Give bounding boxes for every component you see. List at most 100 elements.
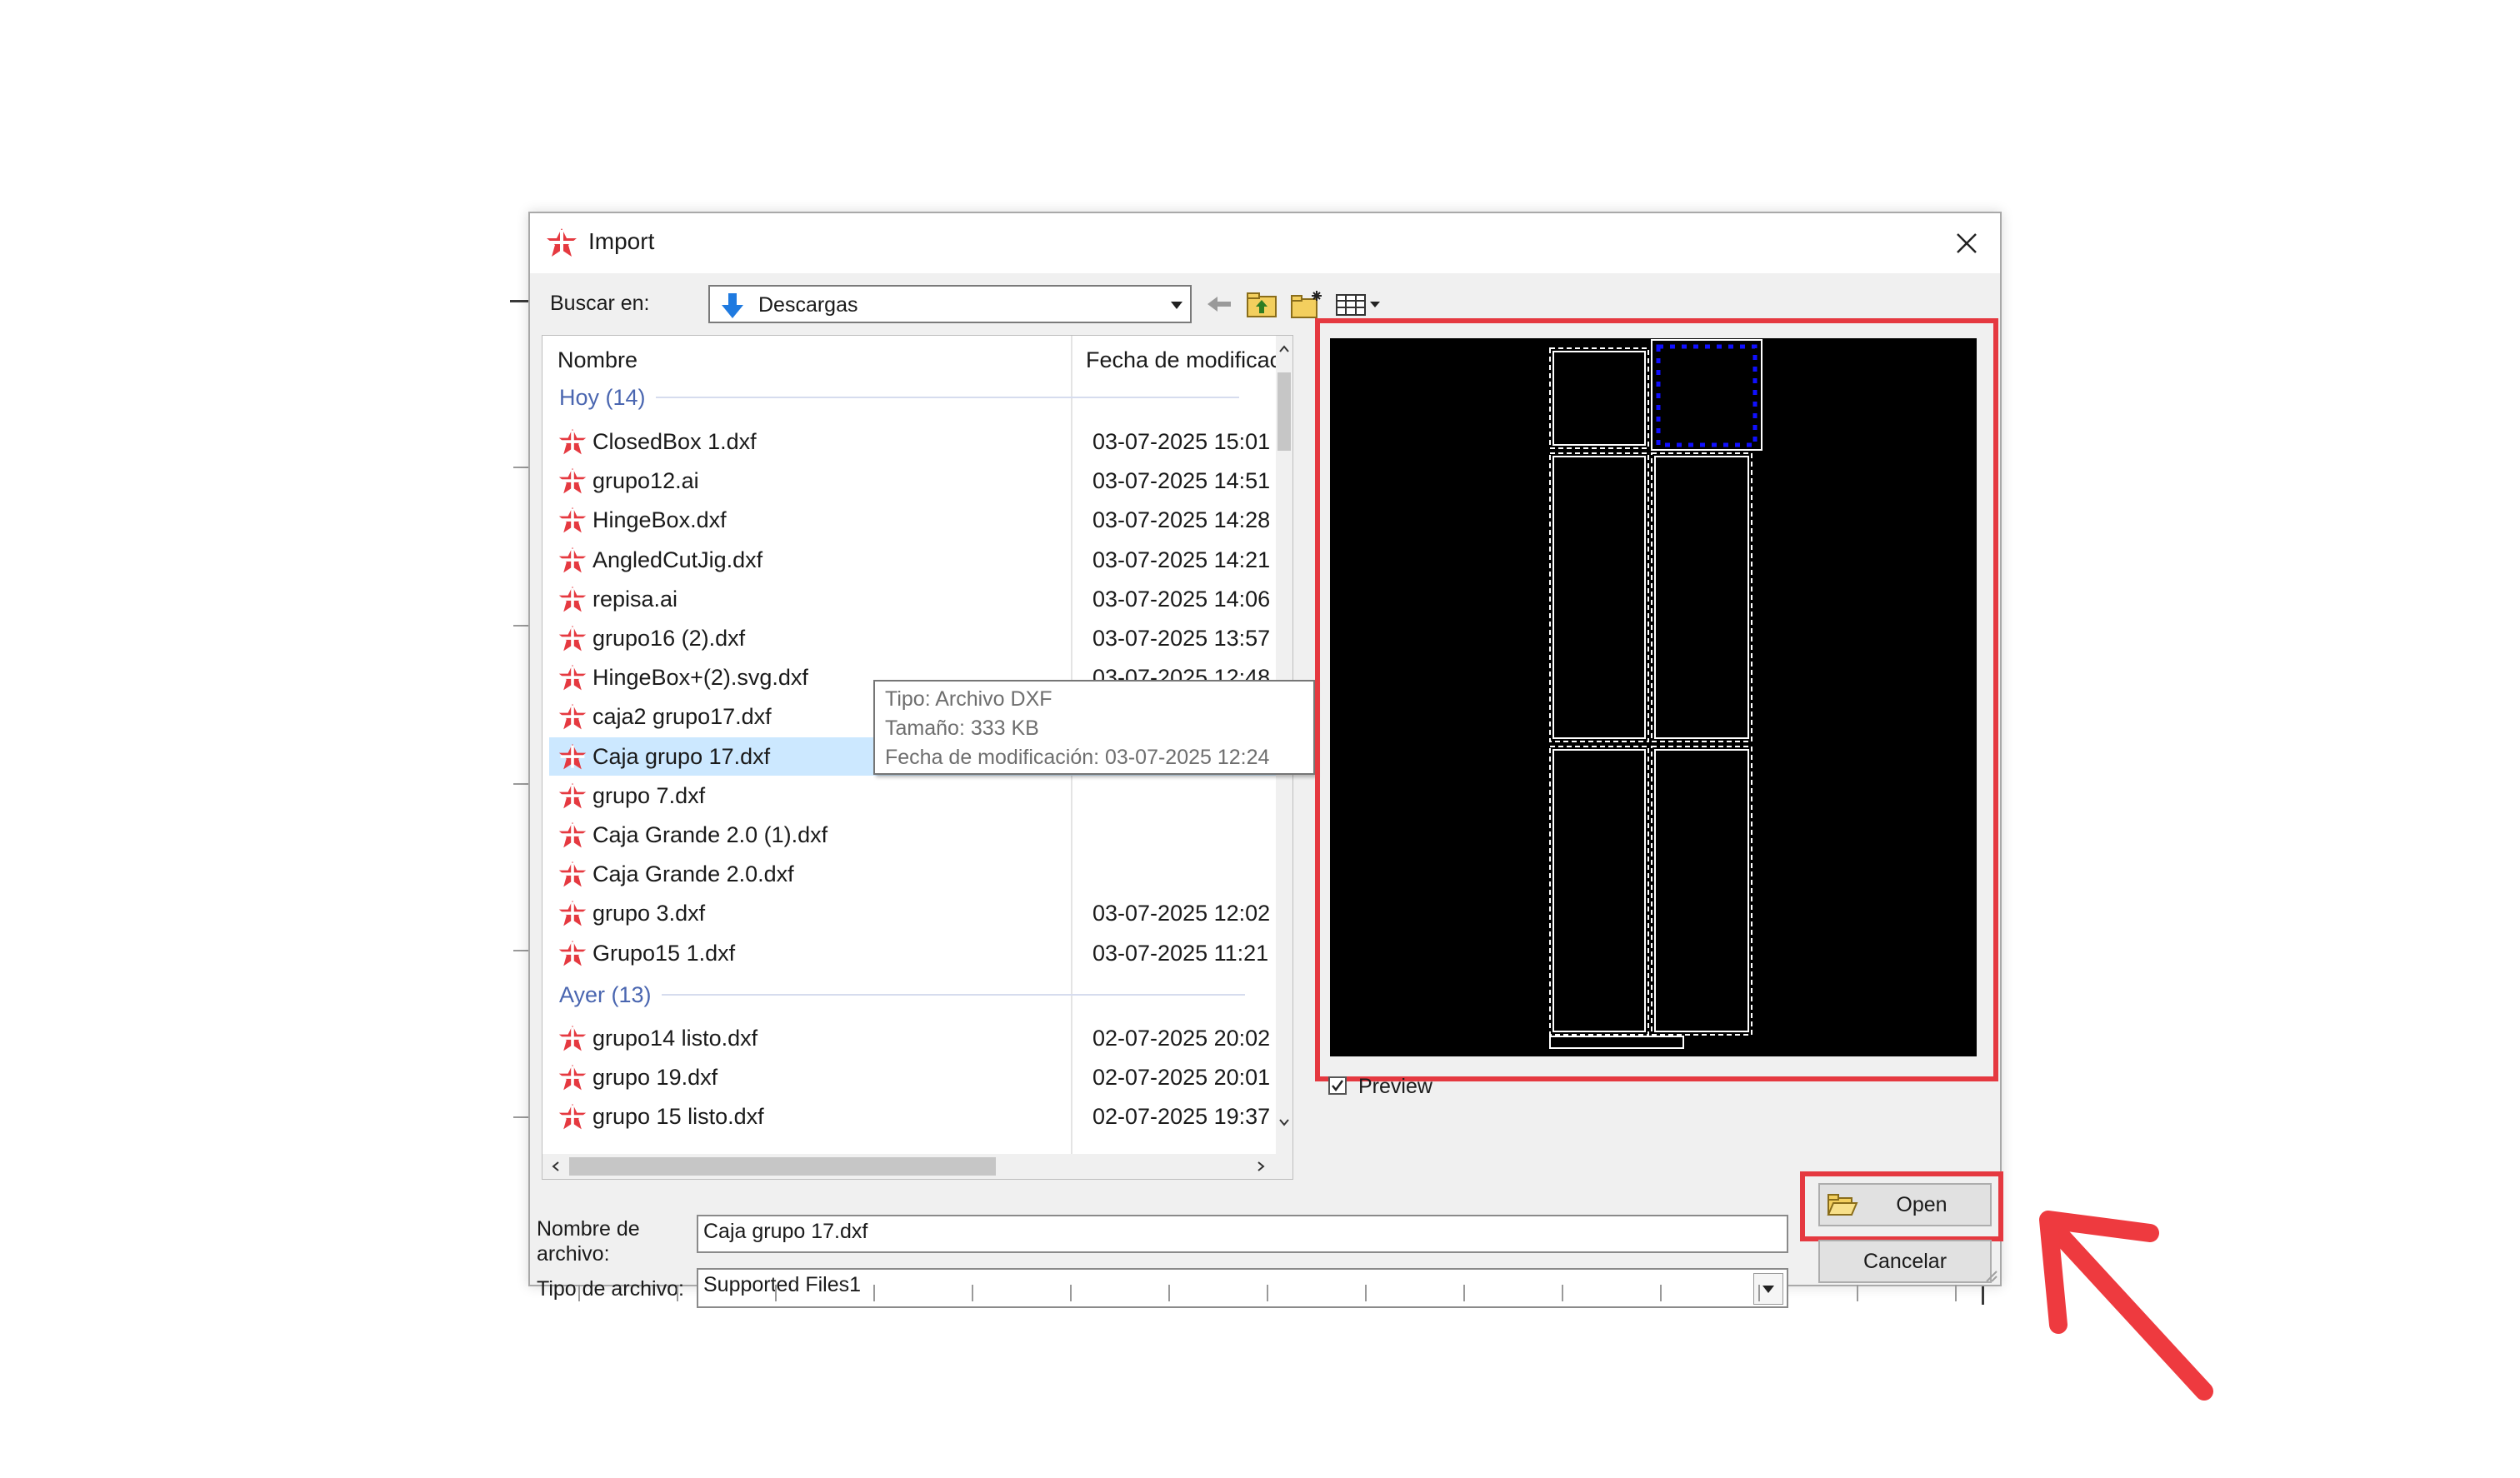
close-icon xyxy=(1957,233,1977,253)
file-row[interactable]: Caja Grande 2.0.dxf xyxy=(549,855,1284,893)
filename-input[interactable]: Caja grupo 17.dxf xyxy=(697,1215,1788,1253)
filetype-value: Supported Files1 xyxy=(703,1273,862,1296)
file-row[interactable]: repisa.ai 03-07-2025 14:06 xyxy=(549,580,1284,618)
annotation-arrow-icon xyxy=(2039,1211,2213,1401)
close-button[interactable] xyxy=(1945,222,1988,265)
background-guide xyxy=(513,625,528,627)
ruler-tick xyxy=(1365,1285,1367,1301)
vertical-scroll-thumb[interactable] xyxy=(1278,372,1291,451)
file-date: 03-07-2025 13:57 xyxy=(1092,626,1271,651)
file-row[interactable]: grupo 15 listo.dxf 02-07-2025 19:37 xyxy=(549,1097,1284,1136)
ruler-tick xyxy=(1168,1285,1170,1301)
cancel-button-label: Cancelar xyxy=(1862,1249,1948,1273)
file-row[interactable]: grupo14 listo.dxf 02-07-2025 20:02 xyxy=(549,1019,1284,1057)
file-name: grupo12.ai xyxy=(592,468,699,494)
background-guide xyxy=(513,783,528,785)
look-in-value: Descargas xyxy=(758,293,858,317)
back-arrow-icon xyxy=(1208,297,1231,312)
file-date: 03-07-2025 12:02 xyxy=(1092,901,1271,926)
filetype-label: Tipo de archivo: xyxy=(537,1277,684,1301)
up-folder-button[interactable] xyxy=(1243,285,1280,323)
file-type-icon xyxy=(558,901,587,926)
back-button[interactable] xyxy=(1203,285,1237,323)
chevron-down-icon xyxy=(1171,302,1182,309)
file-info-tooltip: Tipo: Archivo DXF Tamaño: 333 KB Fecha d… xyxy=(873,680,1315,775)
ruler-tick xyxy=(972,1285,973,1301)
file-type-icon xyxy=(558,428,587,455)
filetype-dropdown[interactable]: Supported Files1 xyxy=(697,1268,1788,1308)
file-type-icon xyxy=(558,782,587,809)
ruler-tick xyxy=(775,1285,777,1301)
file-type-icon xyxy=(558,704,587,730)
group-label: Ayer (13) xyxy=(559,981,652,1007)
file-name: grupo14 listo.dxf xyxy=(592,1026,758,1051)
file-name: grupo 19.dxf xyxy=(592,1065,718,1091)
ruler-tick xyxy=(1660,1285,1662,1301)
file-date: 02-07-2025 19:37 xyxy=(1092,1104,1271,1130)
import-dialog: Import Buscar en: Descargas Nombre Fecha… xyxy=(528,212,2003,1308)
group-header-today[interactable]: Hoy (14) xyxy=(559,382,1239,412)
file-name: grupo 7.dxf xyxy=(592,782,706,808)
file-date: 03-07-2025 14:21 xyxy=(1092,547,1271,572)
view-grid-icon xyxy=(1336,294,1380,316)
ruler-tick xyxy=(873,1285,875,1301)
file-date: 03-07-2025 14:28 xyxy=(1092,507,1271,533)
group-divider xyxy=(655,397,1239,398)
file-row[interactable]: grupo12.ai 03-07-2025 14:51 xyxy=(549,462,1284,500)
file-name: grupo 3.dxf xyxy=(592,901,706,926)
file-row[interactable]: ClosedBox 1.dxf 03-07-2025 15:01 xyxy=(549,422,1284,461)
ruler-tick xyxy=(1758,1285,1760,1301)
file-row[interactable]: grupo 19.dxf 02-07-2025 20:01 xyxy=(549,1058,1284,1096)
resize-grip-icon[interactable] xyxy=(1982,1266,1998,1283)
file-row[interactable]: HingeBox.dxf 03-07-2025 14:28 xyxy=(549,501,1284,539)
file-name: Grupo15 1.dxf xyxy=(592,940,736,966)
file-type-icon xyxy=(558,467,587,494)
file-row[interactable]: grupo 7.dxf xyxy=(549,776,1284,815)
look-in-dropdown[interactable]: Descargas xyxy=(708,285,1192,323)
open-button[interactable]: Open xyxy=(1818,1183,1992,1226)
column-header-date[interactable]: Fecha de modificaci xyxy=(1086,347,1286,373)
group-label: Hoy (14) xyxy=(559,384,646,410)
horizontal-scrollbar[interactable] xyxy=(542,1154,1292,1179)
file-date: 02-07-2025 20:01 xyxy=(1092,1065,1271,1091)
file-type-icon xyxy=(558,1064,587,1091)
file-date: 02-07-2025 20:02 xyxy=(1092,1026,1271,1051)
file-name: Caja grupo 17.dxf xyxy=(592,743,771,769)
scroll-down-icon xyxy=(1279,1119,1289,1126)
file-row[interactable]: grupo16 (2).dxf 03-07-2025 13:57 xyxy=(549,619,1284,657)
preview-pane xyxy=(1330,338,1977,1056)
file-date: 03-07-2025 14:06 xyxy=(1092,586,1271,612)
file-type-icon xyxy=(558,664,587,691)
file-row[interactable]: grupo 3.dxf 03-07-2025 12:02 xyxy=(549,894,1284,932)
tooltip-type: Tipo: Archivo DXF xyxy=(885,687,1052,711)
look-in-label: Buscar en: xyxy=(550,292,650,315)
file-row[interactable]: AngledCutJig.dxf 03-07-2025 14:21 xyxy=(549,541,1284,579)
scroll-left-icon xyxy=(552,1161,559,1171)
title-bar[interactable]: Import xyxy=(530,213,2000,273)
open-button-label: Open xyxy=(1896,1192,1948,1216)
file-type-icon xyxy=(558,625,587,652)
file-name: grupo16 (2).dxf xyxy=(592,626,746,651)
cancel-button[interactable]: Cancelar xyxy=(1818,1240,1992,1283)
preview-drawing xyxy=(1549,339,1762,1049)
tooltip-size: Tamaño: 333 KB xyxy=(885,717,1039,740)
file-type-icon xyxy=(558,1104,587,1130)
file-date: 03-07-2025 11:21 xyxy=(1092,940,1269,966)
file-row[interactable]: Caja Grande 2.0 (1).dxf xyxy=(549,816,1284,854)
group-header-yesterday[interactable]: Ayer (13) xyxy=(559,980,1245,1010)
scroll-up-icon xyxy=(1279,345,1289,352)
tooltip-modified: Fecha de modificación: 03-07-2025 12:24 xyxy=(885,746,1270,769)
file-type-icon xyxy=(558,821,587,848)
horizontal-scroll-thumb[interactable] xyxy=(569,1157,996,1176)
download-arrow-icon xyxy=(722,293,743,318)
file-name: HingeBox+(2).svg.dxf xyxy=(592,665,808,691)
file-row[interactable]: Grupo15 1.dxf 03-07-2025 11:21 xyxy=(549,934,1284,972)
file-name: grupo 15 listo.dxf xyxy=(592,1104,764,1130)
column-header-name[interactable]: Nombre xyxy=(558,347,638,373)
ruler-tick xyxy=(1955,1285,1957,1301)
dialog-title: Import xyxy=(588,228,655,254)
new-folder-icon xyxy=(1291,291,1322,318)
file-date: 03-07-2025 14:51 xyxy=(1092,468,1271,494)
background-guide xyxy=(513,950,528,951)
preview-checkbox[interactable] xyxy=(1328,1076,1347,1095)
